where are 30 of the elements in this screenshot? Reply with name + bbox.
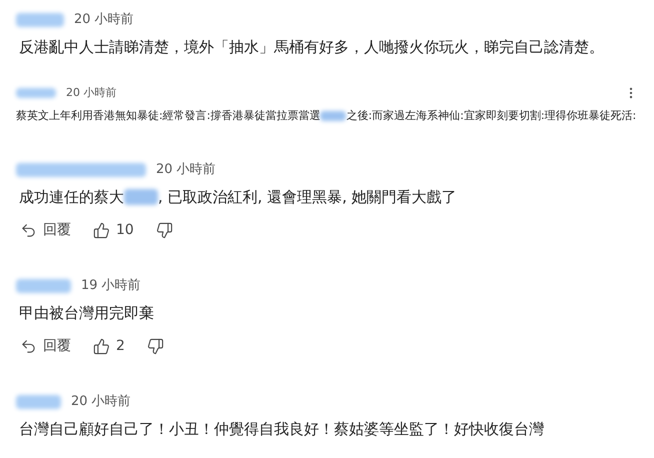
- username-blur: [16, 13, 64, 27]
- comment-text: 成功連任的蔡大: [19, 187, 124, 208]
- thumbs-up-icon: [93, 222, 110, 238]
- comment-text: 蔡英文上年利用香港無知暴徒:經常發言:撐香港暴徒當拉票當選: [16, 108, 320, 124]
- redacted-name: [124, 189, 158, 205]
- reply-icon: [20, 338, 37, 354]
- comment-text: 甲由被台灣用完即棄: [19, 303, 154, 324]
- comment-text: 反港亂中人士請睇清楚，境外「抽水」馬桶有好多，人哋撥火你玩火，睇完自己諗清楚。: [19, 37, 604, 58]
- timestamp: 20 小時前: [71, 393, 131, 412]
- comment-text: 台灣自己顧好自己了！小丑！仲覺得自我良好！蔡姑婆等坐監了！好快收復台灣: [19, 419, 544, 440]
- thumbs-up-icon: [93, 338, 110, 354]
- dislike-button[interactable]: [146, 338, 164, 354]
- dislike-button[interactable]: [156, 222, 173, 238]
- timestamp: 20 小時前: [156, 161, 216, 180]
- thumbs-down-icon: [156, 222, 173, 238]
- timestamp: 20 小時前: [66, 84, 116, 101]
- reply-icon: [20, 222, 37, 238]
- reply-button[interactable]: 回覆: [20, 336, 71, 356]
- like-button[interactable]: 2: [93, 336, 125, 356]
- comment-text: , 已取政治紅利, 還會理黑暴, 她關門看大戲了: [158, 187, 457, 208]
- like-button[interactable]: 10: [93, 220, 134, 240]
- comment-text: 之後:而家過左海系神仙:宜家即刻要切割:理得你班暴徒死活:: [346, 108, 636, 124]
- username-blur: [16, 395, 61, 409]
- redacted-name: [320, 111, 346, 121]
- username-blur: [16, 88, 56, 98]
- reply-button[interactable]: 回覆: [20, 220, 71, 240]
- timestamp: 19 小時前: [81, 277, 141, 296]
- timestamp: 20 小時前: [74, 11, 134, 30]
- thumbs-down-icon: [146, 338, 164, 354]
- username-blur: [16, 279, 71, 293]
